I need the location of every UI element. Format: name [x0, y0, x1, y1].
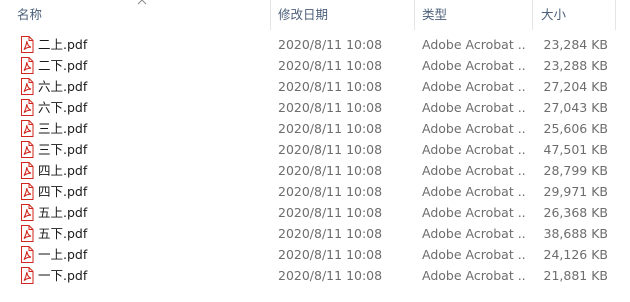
file-size: 26,368 KB	[543, 205, 608, 220]
pdf-icon	[21, 36, 34, 53]
pdf-icon	[21, 141, 34, 158]
file-name: 三下.pdf	[38, 142, 88, 157]
file-name: 一上.pdf	[38, 247, 88, 262]
column-header-size[interactable]: 大小	[541, 0, 566, 30]
file-row[interactable]: 四上.pdf 2020/8/11 10:08 Adobe Acrobat ...…	[0, 160, 630, 181]
pdf-icon	[21, 267, 34, 284]
file-size: 21,881 KB	[543, 268, 608, 283]
file-name: 一下.pdf	[38, 268, 88, 283]
file-row[interactable]: 五下.pdf 2020/8/11 10:08 Adobe Acrobat ...…	[0, 223, 630, 244]
pdf-icon	[21, 204, 34, 221]
file-size: 27,043 KB	[543, 100, 608, 115]
file-type: Adobe Acrobat ...	[422, 268, 526, 283]
file-modified-date: 2020/8/11 10:08	[278, 121, 383, 136]
file-row[interactable]: 二下.pdf 2020/8/11 10:08 Adobe Acrobat ...…	[0, 55, 630, 76]
file-type: Adobe Acrobat ...	[422, 100, 526, 115]
file-modified-date: 2020/8/11 10:08	[278, 163, 383, 178]
pdf-icon	[21, 246, 34, 263]
file-size: 23,284 KB	[543, 37, 608, 52]
file-size: 47,501 KB	[543, 142, 608, 157]
file-row[interactable]: 三上.pdf 2020/8/11 10:08 Adobe Acrobat ...…	[0, 118, 630, 139]
file-name: 四上.pdf	[38, 163, 88, 178]
pdf-icon	[21, 57, 34, 74]
file-modified-date: 2020/8/11 10:08	[278, 205, 383, 220]
column-header-name[interactable]: 名称	[17, 0, 42, 30]
column-divider[interactable]	[615, 0, 616, 30]
file-name: 六下.pdf	[38, 100, 88, 115]
column-divider[interactable]	[414, 0, 415, 30]
file-type: Adobe Acrobat ...	[422, 121, 526, 136]
file-row[interactable]: 一下.pdf 2020/8/11 10:08 Adobe Acrobat ...…	[0, 265, 630, 286]
file-modified-date: 2020/8/11 10:08	[278, 79, 383, 94]
file-row[interactable]: 三下.pdf 2020/8/11 10:08 Adobe Acrobat ...…	[0, 139, 630, 160]
pdf-icon	[21, 183, 34, 200]
file-type: Adobe Acrobat ...	[422, 226, 526, 241]
column-divider[interactable]	[532, 0, 533, 30]
file-modified-date: 2020/8/11 10:08	[278, 142, 383, 157]
file-size: 24,126 KB	[543, 247, 608, 262]
file-name: 二上.pdf	[38, 37, 88, 52]
file-type: Adobe Acrobat ...	[422, 58, 526, 73]
file-name: 六上.pdf	[38, 79, 88, 94]
pdf-icon	[21, 78, 34, 95]
file-type: Adobe Acrobat ...	[422, 79, 526, 94]
file-name: 五上.pdf	[38, 205, 88, 220]
column-header-date[interactable]: 修改日期	[278, 0, 328, 30]
column-divider[interactable]	[270, 0, 271, 30]
file-modified-date: 2020/8/11 10:08	[278, 37, 383, 52]
file-size: 29,971 KB	[543, 184, 608, 199]
column-header-bar: 名称 修改日期 类型 大小	[0, 0, 630, 30]
sort-ascending-icon	[137, 0, 147, 5]
file-size: 27,204 KB	[543, 79, 608, 94]
file-name: 二下.pdf	[38, 58, 88, 73]
file-row[interactable]: 五上.pdf 2020/8/11 10:08 Adobe Acrobat ...…	[0, 202, 630, 223]
pdf-icon	[21, 99, 34, 116]
file-name: 五下.pdf	[38, 226, 88, 241]
file-modified-date: 2020/8/11 10:08	[278, 247, 383, 262]
file-modified-date: 2020/8/11 10:08	[278, 226, 383, 241]
file-list: 二上.pdf 2020/8/11 10:08 Adobe Acrobat ...…	[0, 34, 630, 286]
file-size: 23,288 KB	[543, 58, 608, 73]
pdf-icon	[21, 120, 34, 137]
file-modified-date: 2020/8/11 10:08	[278, 100, 383, 115]
file-modified-date: 2020/8/11 10:08	[278, 268, 383, 283]
column-header-type[interactable]: 类型	[422, 0, 447, 30]
pdf-icon	[21, 225, 34, 242]
file-type: Adobe Acrobat ...	[422, 142, 526, 157]
file-modified-date: 2020/8/11 10:08	[278, 58, 383, 73]
file-row[interactable]: 六上.pdf 2020/8/11 10:08 Adobe Acrobat ...…	[0, 76, 630, 97]
file-size: 25,606 KB	[543, 121, 608, 136]
file-name: 三上.pdf	[38, 121, 88, 136]
file-row[interactable]: 六下.pdf 2020/8/11 10:08 Adobe Acrobat ...…	[0, 97, 630, 118]
file-size: 28,799 KB	[543, 163, 608, 178]
file-type: Adobe Acrobat ...	[422, 247, 526, 262]
file-modified-date: 2020/8/11 10:08	[278, 184, 383, 199]
file-type: Adobe Acrobat ...	[422, 205, 526, 220]
file-row[interactable]: 一上.pdf 2020/8/11 10:08 Adobe Acrobat ...…	[0, 244, 630, 265]
pdf-icon	[21, 162, 34, 179]
file-type: Adobe Acrobat ...	[422, 163, 526, 178]
file-type: Adobe Acrobat ...	[422, 37, 526, 52]
file-row[interactable]: 四下.pdf 2020/8/11 10:08 Adobe Acrobat ...…	[0, 181, 630, 202]
file-size: 38,688 KB	[543, 226, 608, 241]
file-row[interactable]: 二上.pdf 2020/8/11 10:08 Adobe Acrobat ...…	[0, 34, 630, 55]
file-type: Adobe Acrobat ...	[422, 184, 526, 199]
file-name: 四下.pdf	[38, 184, 88, 199]
